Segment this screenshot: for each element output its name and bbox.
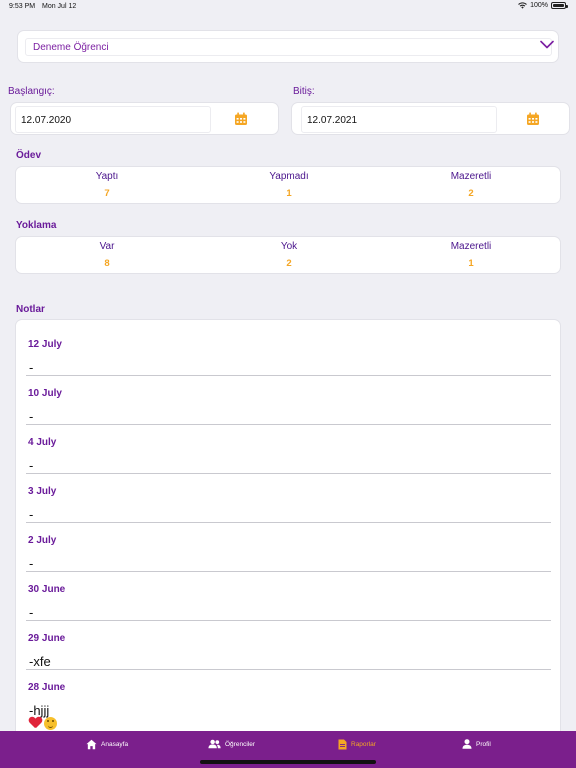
tab-label: Profil [476, 740, 491, 748]
note-date: 28 June [28, 682, 66, 693]
note-text: - [29, 605, 34, 620]
tab-students[interactable]: Öğrenciler [208, 739, 255, 749]
stat-value: 1 [286, 188, 292, 199]
battery-percent: 100% [530, 2, 548, 9]
stat-label: Yaptı [95, 171, 119, 182]
attendance-stats-card: Var 8 Yok 2 Mazeretli 1 [15, 236, 561, 274]
note-text: -xfe [29, 654, 51, 669]
note-text: - [29, 409, 34, 424]
stat-label: Yapmadı [269, 171, 309, 182]
tab-home[interactable]: Anasayfa [86, 739, 128, 750]
status-date: Mon Jul 12 [42, 3, 77, 10]
note-date: 29 June [28, 633, 66, 644]
notes-title: Notlar [16, 304, 45, 315]
note-item: 29 June -xfe [26, 621, 551, 670]
stat-value: 1 [468, 258, 474, 269]
tab-label: Raporlar [351, 741, 376, 748]
start-date-label: Başlangıç: [8, 86, 55, 97]
report-icon [338, 739, 347, 750]
tab-profile[interactable]: Profil [462, 739, 491, 749]
note-item: 4 July - [26, 425, 551, 474]
homework-stats-card: Yaptı 7 Yapmadı 1 Mazeretli 2 [15, 166, 561, 204]
note-item: 12 July - [26, 327, 551, 376]
attendance-stat-excused: Mazeretli 1 [380, 241, 562, 269]
note-date: 30 June [28, 584, 66, 595]
stat-label: Mazeretli [450, 241, 492, 252]
calendar-icon[interactable] [526, 112, 540, 126]
homework-title: Ödev [16, 150, 42, 161]
homework-stat-done: Yaptı 7 [16, 171, 198, 199]
note-item: 30 June - [26, 572, 551, 621]
tab-label: Öğrenciler [225, 740, 255, 748]
status-bar: 9:53 PM Mon Jul 12 100% [0, 0, 576, 14]
users-icon [208, 739, 221, 749]
heart-emoji [29, 717, 42, 729]
note-date: 4 July [28, 437, 57, 448]
home-icon [86, 739, 97, 750]
stat-value: 7 [104, 188, 110, 199]
student-select-value[interactable]: Deneme Öğrenci [25, 38, 552, 56]
start-date-field[interactable]: 12.07.2020 [15, 106, 211, 133]
note-date: 2 July [28, 535, 57, 546]
chevron-down-icon[interactable] [540, 40, 554, 49]
stat-value: 2 [286, 258, 292, 269]
attendance-title: Yoklama [16, 220, 57, 231]
end-date-picker: 12.07.2021 [291, 102, 570, 135]
battery-icon [551, 2, 568, 9]
note-text: - [29, 458, 34, 473]
attendance-stat-present: Var 8 [16, 241, 198, 269]
note-item: 28 June -hjjj [26, 670, 551, 739]
student-selector[interactable]: Deneme Öğrenci [17, 30, 559, 63]
end-date-label: Bitiş: [293, 86, 315, 97]
calendar-icon[interactable] [234, 112, 248, 126]
note-item: 10 July - [26, 376, 551, 425]
note-date: 10 July [28, 388, 62, 399]
note-date: 12 July [28, 339, 62, 350]
stat-label: Mazeretli [450, 171, 492, 182]
note-text: - [29, 507, 34, 522]
tab-label: Anasayfa [101, 741, 129, 748]
note-item: 3 July - [26, 474, 551, 523]
attendance-stat-absent: Yok 2 [198, 241, 380, 269]
tab-reports[interactable]: Raporlar [338, 739, 376, 750]
status-time: 9:53 PM [9, 3, 36, 10]
notes-list[interactable]: 12 July - 10 July - 4 July - 3 July - 2 … [15, 319, 561, 739]
status-right: 100% [518, 2, 568, 9]
note-date: 3 July [28, 486, 57, 497]
upside-down-face-emoji [44, 717, 57, 730]
note-text: - [29, 556, 34, 571]
home-indicator[interactable] [200, 760, 376, 764]
homework-stat-not-done: Yapmadı 1 [198, 171, 380, 199]
stat-label: Yok [280, 241, 298, 252]
wifi-icon [518, 2, 527, 9]
end-date-field[interactable]: 12.07.2021 [301, 106, 497, 133]
homework-stat-excused: Mazeretli 2 [380, 171, 562, 199]
stat-value: 8 [104, 258, 110, 269]
stat-label: Var [99, 241, 115, 252]
start-date-picker: 12.07.2020 [10, 102, 279, 135]
note-item: 2 July - [26, 523, 551, 572]
stat-value: 2 [468, 188, 474, 199]
note-emojis [29, 717, 57, 730]
person-icon [462, 739, 472, 749]
note-text: - [29, 360, 34, 375]
